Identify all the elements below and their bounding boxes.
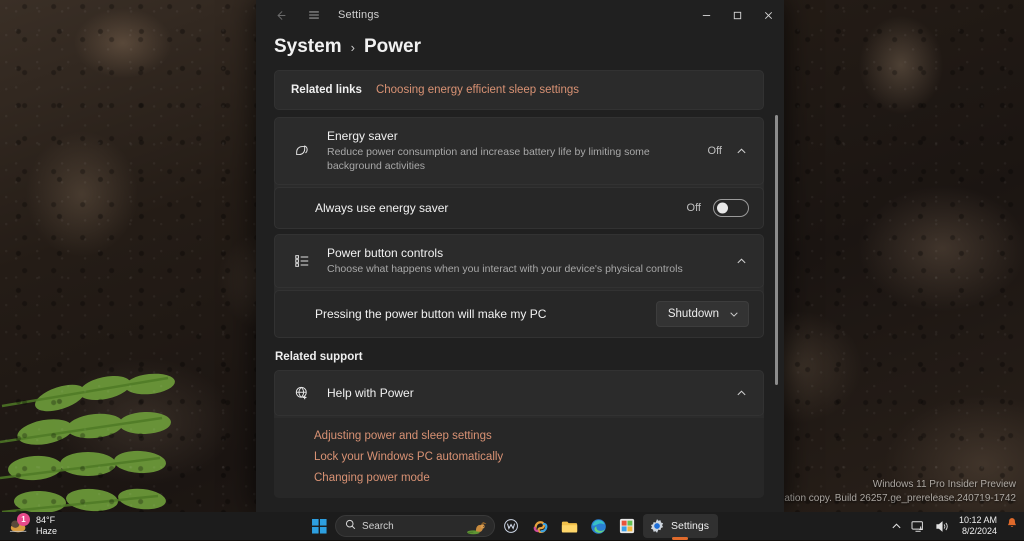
maximize-button[interactable] <box>722 0 753 30</box>
deer-illustration-icon <box>466 517 488 535</box>
close-button[interactable] <box>753 0 784 30</box>
related-link-sleep-settings[interactable]: Choosing energy efficient sleep settings <box>376 84 579 96</box>
energy-saver-right: Off <box>708 145 749 157</box>
breadcrumb-separator-icon: › <box>351 40 355 55</box>
weather-condition: Haze <box>36 526 57 537</box>
power-button-controls-group: Power button controls Choose what happen… <box>274 234 764 338</box>
energy-saver-group: Energy saver Reduce power consumption an… <box>274 117 764 229</box>
toggle-knob <box>717 203 728 214</box>
always-use-energy-saver-state: Off <box>687 202 701 214</box>
taskbar-app-settings-label: Settings <box>671 520 709 532</box>
windows-watermark: Windows 11 Pro Insider Preview Evaluatio… <box>759 478 1016 506</box>
help-with-power-title: Help with Power <box>327 386 734 401</box>
minimize-button[interactable] <box>691 0 722 30</box>
taskbar: 1 84°F Haze Search <box>0 512 1024 540</box>
watermark-line-1: Windows 11 Pro Insider Preview <box>759 478 1016 492</box>
power-button-controls-subtitle: Choose what happens when you interact wi… <box>327 262 734 276</box>
search-icon <box>345 517 356 535</box>
help-link-adjusting-power-sleep[interactable]: Adjusting power and sleep settings <box>314 430 764 442</box>
always-use-energy-saver-toggle[interactable] <box>713 199 749 217</box>
chevron-down-icon <box>727 309 741 319</box>
related-support-title: Related support <box>275 351 764 363</box>
weather-widget[interactable]: 1 84°F Haze <box>8 515 57 537</box>
taskbar-app-settings[interactable]: Settings <box>643 514 718 538</box>
energy-saver-subtitle: Reduce power consumption and increase ba… <box>327 145 708 173</box>
power-button-action-title: Pressing the power button will make my P… <box>315 307 656 322</box>
widgets-w-icon[interactable] <box>498 514 524 538</box>
search-placeholder: Search <box>362 521 460 532</box>
power-button-action-row[interactable]: Pressing the power button will make my P… <box>274 290 764 338</box>
power-button-action-text: Pressing the power button will make my P… <box>315 307 656 322</box>
network-display-icon[interactable] <box>911 520 926 533</box>
clock-time: 10:12 AM <box>959 515 997 526</box>
window-titlebar[interactable]: Settings <box>256 0 784 30</box>
help-with-power-text: Help with Power <box>327 386 734 401</box>
always-energy-saver-text: Always use energy saver <box>315 201 687 216</box>
list-icon <box>289 253 315 269</box>
energy-saver-title: Energy saver <box>327 129 708 144</box>
always-energy-saver-control: Off <box>687 199 749 217</box>
watermark-line-2: Evaluation copy. Build 26257.ge_prerelea… <box>759 492 1016 506</box>
taskbar-left: 1 84°F Haze <box>0 512 57 540</box>
copilot-icon[interactable] <box>527 514 553 538</box>
weather-temperature: 84°F <box>36 515 57 526</box>
settings-content: Related links Choosing energy efficient … <box>256 70 784 512</box>
breadcrumb-root[interactable]: System <box>274 36 342 58</box>
taskbar-clock[interactable]: 10:12 AM 8/2/2024 <box>959 515 997 537</box>
clock-date: 8/2/2024 <box>959 526 997 537</box>
volume-icon[interactable] <box>935 520 950 533</box>
power-button-controls-header[interactable]: Power button controls Choose what happen… <box>274 234 764 288</box>
settings-gear-icon <box>649 518 665 534</box>
power-button-controls-right <box>734 256 749 267</box>
chevron-up-icon[interactable] <box>734 388 749 399</box>
plant-leaves-decoration <box>0 280 260 540</box>
microsoft-store-icon[interactable] <box>614 514 640 538</box>
power-button-action-value: Shutdown <box>668 308 719 320</box>
help-link-lock-pc-automatically[interactable]: Lock your Windows PC automatically <box>314 451 764 463</box>
help-link-changing-power-mode[interactable]: Changing power mode <box>314 472 764 484</box>
bell-icon[interactable] <box>1006 517 1018 535</box>
help-with-power-header[interactable]: Help with Power <box>274 370 764 416</box>
haze-weather-icon: 1 <box>8 516 30 536</box>
always-use-energy-saver-title: Always use energy saver <box>315 201 687 216</box>
chevron-up-icon[interactable] <box>734 146 749 157</box>
edge-browser-icon[interactable] <box>585 514 611 538</box>
related-links-label: Related links <box>291 84 362 96</box>
leaf-icon <box>289 143 315 159</box>
settings-window: Settings System › Power Related links Ch… <box>256 0 784 512</box>
energy-saver-state: Off <box>708 145 722 157</box>
content-scrollbar[interactable] <box>775 115 778 385</box>
window-controls <box>691 0 784 30</box>
power-button-controls-title: Power button controls <box>327 246 734 261</box>
energy-saver-text: Energy saver Reduce power consumption an… <box>327 129 708 173</box>
power-button-action-dropdown[interactable]: Shutdown <box>656 301 749 327</box>
search-input[interactable]: Search <box>335 515 495 537</box>
file-explorer-icon[interactable] <box>556 514 582 538</box>
power-button-controls-text: Power button controls Choose what happen… <box>327 246 734 276</box>
related-links-card: Related links Choosing energy efficient … <box>274 70 764 110</box>
back-arrow-icon[interactable] <box>266 2 294 28</box>
breadcrumb-current: Power <box>364 36 421 58</box>
hamburger-menu-icon[interactable] <box>300 2 328 28</box>
energy-saver-header[interactable]: Energy saver Reduce power consumption an… <box>274 117 764 185</box>
weather-text: 84°F Haze <box>36 515 57 537</box>
system-tray: 10:12 AM 8/2/2024 <box>891 512 1018 540</box>
always-use-energy-saver-row[interactable]: Always use energy saver Off <box>274 187 764 229</box>
weather-badge-count: 1 <box>17 513 30 526</box>
chevron-up-icon[interactable] <box>734 256 749 267</box>
help-with-power-group: Help with Power Adjusting power and slee… <box>274 370 764 498</box>
footer-links: Get help Give feedback <box>274 503 764 512</box>
chevron-up-icon[interactable] <box>891 521 902 532</box>
windows-start-icon[interactable] <box>306 514 332 538</box>
power-button-action-control: Shutdown <box>656 301 749 327</box>
help-with-power-right <box>734 388 749 399</box>
window-title: Settings <box>338 9 379 21</box>
globe-help-icon <box>289 385 315 401</box>
breadcrumb: System › Power <box>256 30 784 70</box>
taskbar-center: Search <box>306 512 718 540</box>
help-links-list: Adjusting power and sleep settings Lock … <box>274 418 764 498</box>
